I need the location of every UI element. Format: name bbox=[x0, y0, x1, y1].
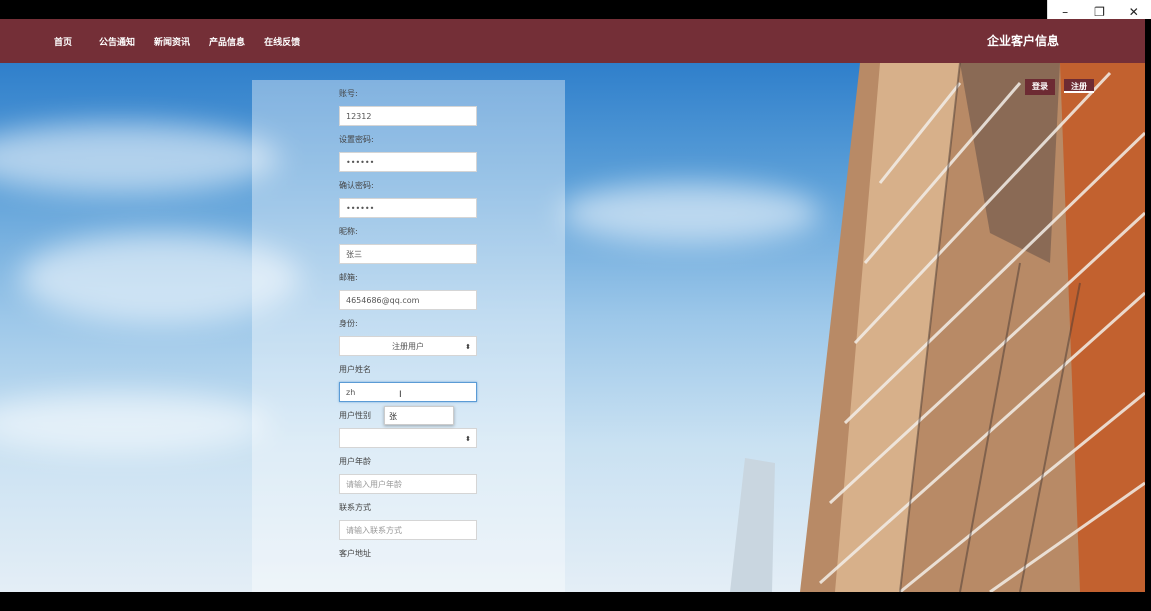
name-input-value: zh bbox=[346, 388, 356, 397]
name-label: 用户姓名 bbox=[339, 365, 371, 374]
email-label: 邮箱: bbox=[339, 273, 358, 282]
name-input[interactable]: zh I 张 bbox=[339, 382, 477, 425]
confirm-password-input[interactable]: •••••• bbox=[339, 198, 477, 218]
right-edge-strip bbox=[1145, 19, 1151, 592]
register-form: 账号: 12312 设置密码: •••••• 确认密码: •••••• 昵称: … bbox=[339, 80, 479, 560]
top-black-strip bbox=[0, 0, 1151, 19]
register-form-panel: 账号: 12312 设置密码: •••••• 确认密码: •••••• 昵称: … bbox=[252, 80, 565, 592]
address-label: 客户地址 bbox=[339, 549, 371, 558]
nickname-input[interactable]: 张三 bbox=[339, 244, 477, 264]
site-title: 企业客户信息 bbox=[987, 34, 1060, 48]
account-label: 账号: bbox=[339, 89, 358, 98]
nav-item-feedback[interactable]: 在线反馈 bbox=[264, 35, 300, 48]
password-input[interactable]: •••••• bbox=[339, 152, 477, 172]
identity-select-value: 注册用户 bbox=[392, 342, 424, 351]
password-label: 设置密码: bbox=[339, 135, 374, 144]
age-label: 用户年龄 bbox=[339, 457, 371, 466]
nickname-label: 昵称: bbox=[339, 227, 358, 236]
nav-item-news[interactable]: 新闻资讯 bbox=[154, 35, 190, 48]
bottom-black-strip bbox=[0, 592, 1151, 611]
age-input[interactable]: 请输入用户年龄 bbox=[339, 474, 477, 494]
select-arrow-icon: ⬍ bbox=[465, 435, 471, 443]
ime-candidate[interactable]: 张 bbox=[389, 412, 397, 421]
nav-item-home[interactable]: 首页 bbox=[54, 35, 72, 48]
main-background: 登录 注册 账号: 12312 设置密码: •••••• 确认密码: •••••… bbox=[0, 63, 1145, 592]
login-button[interactable]: 登录 bbox=[1025, 79, 1055, 95]
account-input[interactable]: 12312 bbox=[339, 106, 477, 126]
ime-candidate-popup[interactable]: 张 bbox=[384, 406, 454, 425]
confirm-password-label: 确认密码: bbox=[339, 181, 374, 190]
contact-input[interactable]: 请输入联系方式 bbox=[339, 520, 477, 540]
identity-label: 身份: bbox=[339, 319, 358, 328]
gender-select[interactable]: ⬍ bbox=[339, 428, 477, 448]
nav-item-products[interactable]: 产品信息 bbox=[209, 35, 245, 48]
text-cursor-icon: I bbox=[399, 390, 402, 400]
nav-item-notices[interactable]: 公告通知 bbox=[99, 35, 135, 48]
identity-select[interactable]: 注册用户 ⬍ bbox=[339, 336, 477, 356]
maximize-icon[interactable]: ❐ bbox=[1084, 5, 1114, 19]
nav-bar: 首页 公告通知 新闻资讯 产品信息 在线反馈 企业客户信息 bbox=[0, 19, 1145, 63]
minimize-icon[interactable]: – bbox=[1050, 5, 1080, 19]
close-icon[interactable]: ✕ bbox=[1119, 5, 1149, 19]
email-input[interactable]: 4654686@qq.com bbox=[339, 290, 477, 310]
nav-menu: 首页 公告通知 新闻资讯 产品信息 在线反馈 bbox=[54, 19, 319, 63]
register-button[interactable]: 注册 bbox=[1064, 79, 1094, 93]
building-image bbox=[730, 63, 1145, 592]
select-arrow-icon: ⬍ bbox=[465, 343, 471, 351]
contact-label: 联系方式 bbox=[339, 503, 371, 512]
